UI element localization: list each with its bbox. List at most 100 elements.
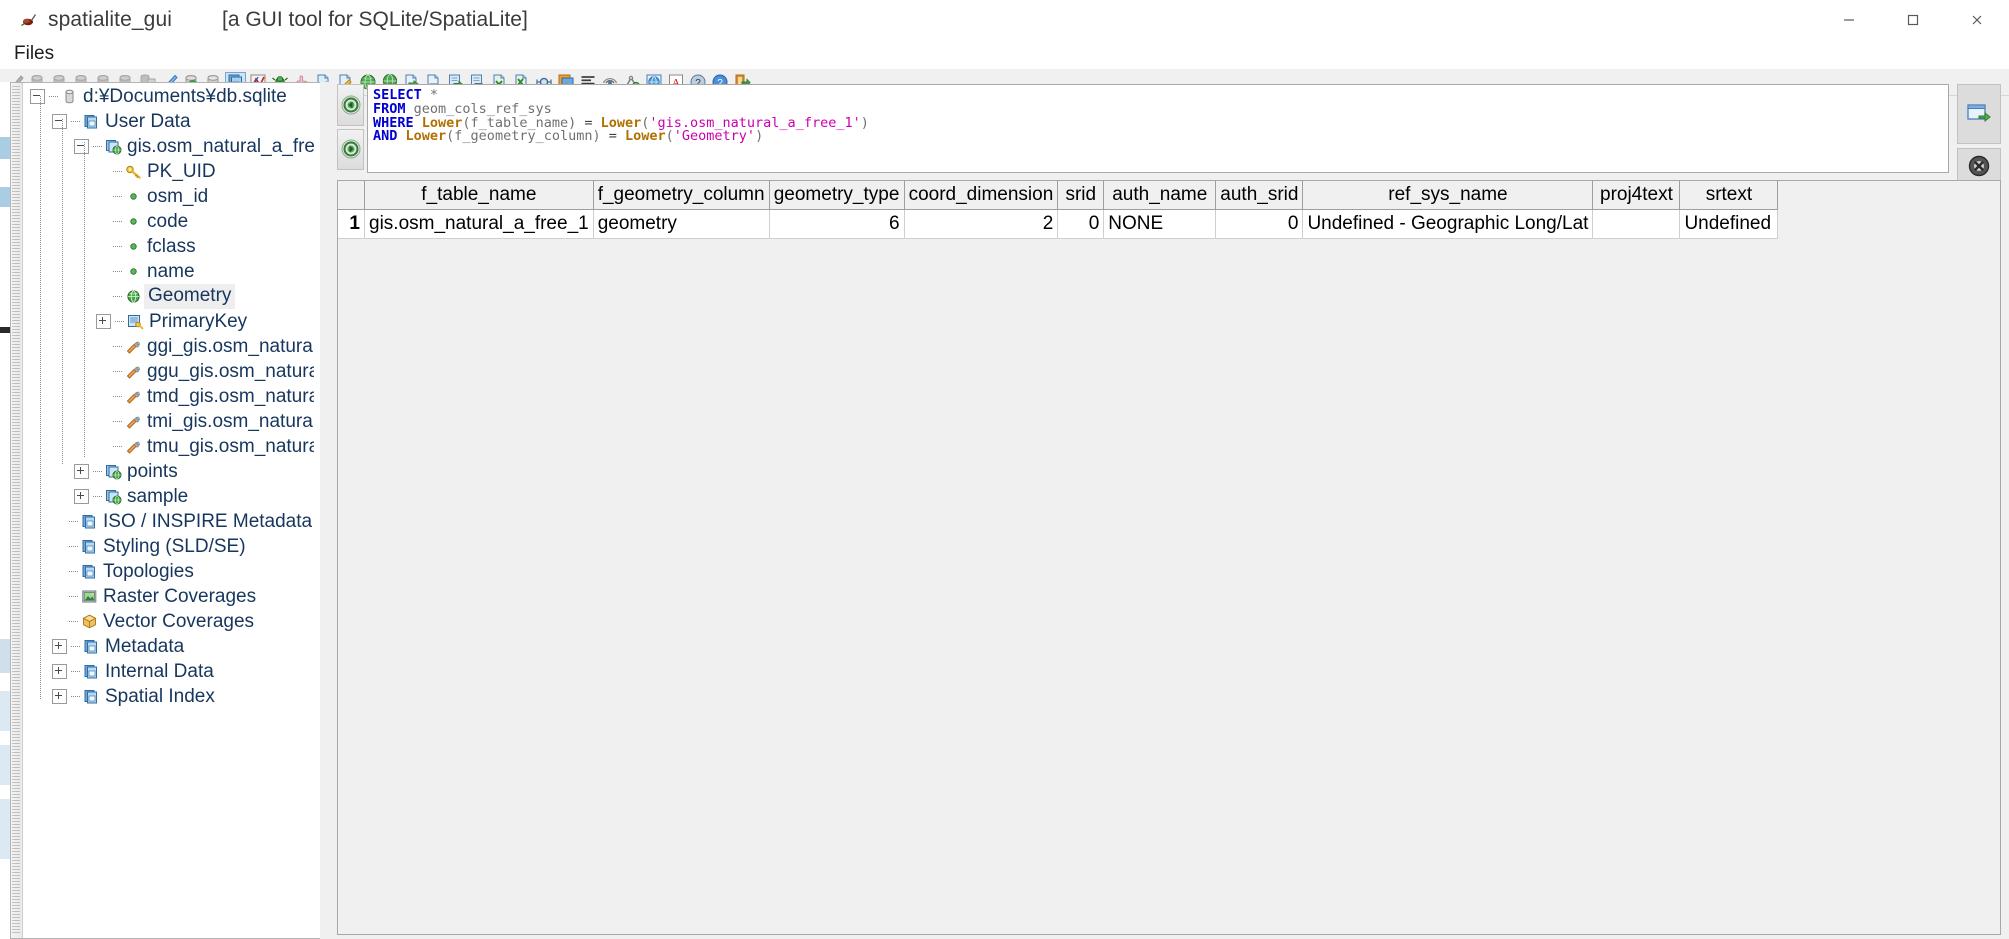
menu-item-files[interactable]: Files	[0, 41, 66, 69]
column-header[interactable]: f_table_name	[365, 181, 594, 210]
tree-node[interactable]: osm_id	[24, 184, 314, 209]
sql-query-textarea[interactable]: SELECT *FROM geom_cols_ref_sysWHERE Lowe…	[367, 84, 1949, 173]
tree-node-label: ISO / INSPIRE Metadata	[103, 511, 312, 533]
table-cell[interactable]: 6	[769, 210, 904, 239]
close-button[interactable]	[1945, 0, 2009, 40]
pages-blue-icon	[82, 113, 100, 131]
tree-node[interactable]: PrimaryKey	[24, 309, 314, 334]
maximize-button[interactable]	[1881, 0, 1945, 40]
table-cell[interactable]: 0	[1058, 210, 1104, 239]
green-dot-icon	[124, 263, 142, 281]
column-header[interactable]: srid	[1058, 181, 1104, 210]
sql-token: (f_geometry_column)	[446, 128, 609, 144]
table-globe-icon	[104, 463, 122, 481]
table-cell[interactable]: geometry	[593, 210, 769, 239]
tree-node[interactable]: points	[24, 459, 314, 484]
stop-clear-button[interactable]	[1957, 148, 2001, 184]
tree-connector	[113, 346, 122, 347]
column-header[interactable]: auth_name	[1104, 181, 1216, 210]
tree-node[interactable]: name	[24, 259, 314, 284]
app-title: spatialite_gui	[48, 8, 172, 32]
table-cell[interactable]: 0	[1216, 210, 1303, 239]
trigger-icon	[124, 363, 142, 381]
tree-node-label: Spatial Index	[105, 686, 215, 708]
sql-history-back-button[interactable]	[337, 84, 364, 126]
panel-splitter[interactable]	[320, 82, 337, 939]
trigger-icon	[124, 388, 142, 406]
tree-node[interactable]: tmu_gis.osm_natural_a_free_1_	[24, 434, 314, 459]
pages-blue-icon	[80, 513, 98, 531]
tree-node[interactable]: Raster Coverages	[24, 584, 314, 609]
column-header[interactable]: coord_dimension	[904, 181, 1058, 210]
table-cell[interactable]: Undefined	[1680, 210, 1778, 239]
expand-icon[interactable]	[52, 664, 67, 679]
tree-node[interactable]: PK_UID	[24, 159, 314, 184]
tree-node-label: Styling (SLD/SE)	[103, 536, 246, 558]
tree-node[interactable]: Internal Data	[24, 659, 314, 684]
tree-node-label: gis.osm_natural_a_free_1	[127, 136, 314, 158]
tree-node[interactable]: User Data	[24, 109, 314, 134]
trigger-icon	[124, 413, 142, 431]
tree-node[interactable]: ggu_gis.osm_natural_a_free_1_	[24, 359, 314, 384]
sql-token: )	[755, 128, 763, 144]
table-cell[interactable]: Undefined - Geographic Long/Lat	[1303, 210, 1593, 239]
tree-node[interactable]: code	[24, 209, 314, 234]
expand-icon[interactable]	[52, 639, 67, 654]
table-cell[interactable]: NONE	[1104, 210, 1216, 239]
tree-node[interactable]: ggi_gis.osm_natural_a_free_1_G	[24, 334, 314, 359]
tree-connector	[69, 596, 78, 597]
table-header-row: f_table_namef_geometry_columngeometry_ty…	[338, 181, 1778, 210]
row-header-corner[interactable]	[338, 181, 365, 210]
table-cell[interactable]: 2	[904, 210, 1058, 239]
tree-node[interactable]: tmi_gis.osm_natural_a_free_1_G	[24, 409, 314, 434]
tree-node[interactable]: tmd_gis.osm_natural_a_free_1_	[24, 384, 314, 409]
row-number[interactable]: 1	[338, 210, 365, 239]
tree-node[interactable]: Metadata	[24, 634, 314, 659]
tree-grip-handle[interactable]	[12, 86, 20, 935]
expand-icon[interactable]	[74, 489, 89, 504]
minimize-button[interactable]	[1817, 0, 1881, 40]
collapse-icon[interactable]	[74, 139, 89, 154]
key-icon	[124, 163, 142, 181]
table-row[interactable]: 1gis.osm_natural_a_free_1geometry620NONE…	[338, 210, 1778, 239]
tree-node[interactable]: Spatial Index	[24, 684, 314, 709]
expand-icon[interactable]	[96, 314, 111, 329]
title-bar: spatialite_gui [a GUI tool for SQLite/Sp…	[0, 0, 2009, 40]
column-header[interactable]: srtext	[1680, 181, 1778, 210]
green-dot-icon	[124, 213, 142, 231]
execute-sql-button[interactable]	[1957, 84, 2001, 144]
table-cell[interactable]: gis.osm_natural_a_free_1	[365, 210, 594, 239]
tree-connector	[69, 546, 78, 547]
table-globe-icon	[104, 138, 122, 156]
column-header[interactable]: geometry_type	[769, 181, 904, 210]
collapse-icon[interactable]	[30, 89, 45, 104]
collapse-icon[interactable]	[52, 114, 67, 129]
tree-node[interactable]: Geometry	[24, 284, 314, 309]
expand-icon[interactable]	[74, 464, 89, 479]
tree-node-label: PK_UID	[147, 161, 216, 183]
sql-line: SELECT *	[373, 89, 1948, 103]
tree-node[interactable]: d:¥Documents¥db.sqlite	[24, 84, 314, 109]
tree-node-label: Vector Coverages	[103, 611, 254, 633]
expand-icon[interactable]	[52, 689, 67, 704]
tree-node[interactable]: sample	[24, 484, 314, 509]
sql-token: )	[861, 115, 869, 131]
tree-connector	[93, 496, 102, 497]
query-result-grid[interactable]: f_table_namef_geometry_columngeometry_ty…	[337, 180, 2001, 935]
column-header[interactable]: f_geometry_column	[593, 181, 769, 210]
tree-node[interactable]: Styling (SLD/SE)	[24, 534, 314, 559]
tree-node[interactable]: gis.osm_natural_a_free_1	[24, 134, 314, 159]
tree-node[interactable]: Topologies	[24, 559, 314, 584]
tree-node[interactable]: Vector Coverages	[24, 609, 314, 634]
column-header[interactable]: ref_sys_name	[1303, 181, 1593, 210]
column-header[interactable]: proj4text	[1593, 181, 1680, 210]
sql-history-forward-button[interactable]	[337, 129, 364, 171]
tree-connector	[113, 271, 122, 272]
column-header[interactable]: auth_srid	[1216, 181, 1303, 210]
tree-node[interactable]: fclass	[24, 234, 314, 259]
tree-node-label: d:¥Documents¥db.sqlite	[83, 86, 287, 108]
table-cell[interactable]	[1593, 210, 1680, 239]
tree-node-label: PrimaryKey	[149, 311, 247, 333]
tree-connector	[113, 296, 122, 297]
tree-node[interactable]: ISO / INSPIRE Metadata	[24, 509, 314, 534]
